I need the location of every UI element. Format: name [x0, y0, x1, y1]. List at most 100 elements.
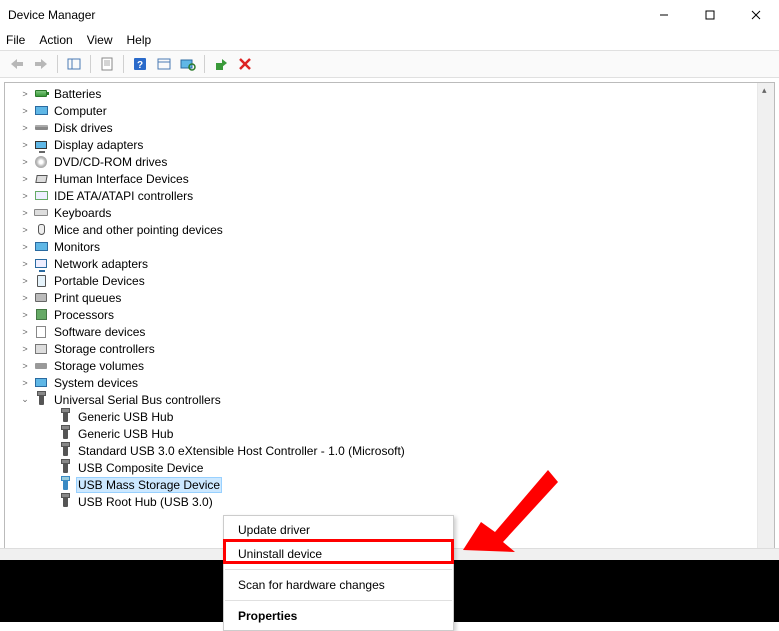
tree-category[interactable]: > System devices	[19, 374, 774, 391]
expand-icon[interactable]: >	[19, 191, 31, 201]
expand-icon[interactable]: >	[19, 123, 31, 133]
monitor-icon	[33, 239, 49, 255]
tree-label: Human Interface Devices	[52, 172, 191, 186]
menu-item-properties[interactable]: Properties	[224, 604, 453, 628]
tree-device-item[interactable]: USB Mass Storage Device	[55, 476, 774, 493]
scan-hardware-button[interactable]	[177, 53, 199, 75]
tree-category[interactable]: >Storage volumes	[19, 357, 774, 374]
tree-label: USB Mass Storage Device	[76, 477, 222, 493]
tree-category[interactable]: > Display adapters	[19, 136, 774, 153]
tree-label: Storage controllers	[52, 342, 157, 356]
tree-category[interactable]: > Keyboards	[19, 204, 774, 221]
tree-category[interactable]: > Monitors	[19, 238, 774, 255]
vertical-scrollbar[interactable]	[757, 83, 774, 561]
update-driver-button[interactable]	[210, 53, 232, 75]
expand-icon[interactable]: >	[19, 106, 31, 116]
expand-icon[interactable]: >	[19, 378, 31, 388]
menu-action[interactable]: Action	[39, 33, 72, 47]
battery-icon	[33, 86, 49, 102]
tree-label: Mice and other pointing devices	[52, 223, 225, 237]
close-button[interactable]	[733, 0, 779, 30]
usb-device-icon	[57, 494, 73, 510]
expand-icon[interactable]: >	[19, 327, 31, 337]
menu-file[interactable]: File	[6, 33, 25, 47]
usb-device-icon	[57, 460, 73, 476]
network-icon	[33, 256, 49, 272]
expand-icon[interactable]: >	[19, 259, 31, 269]
minimize-button[interactable]	[641, 0, 687, 30]
tree-category[interactable]: >Software devices	[19, 323, 774, 340]
storage-icon	[33, 341, 49, 357]
tree-label: Batteries	[52, 87, 103, 101]
device-tree-panel: >Batteries>Computer>Disk drives>Display …	[4, 82, 775, 562]
usb-device-icon	[57, 426, 73, 442]
menu-item-scan-hardware[interactable]: Scan for hardware changes	[224, 573, 453, 597]
usb-device-icon	[57, 443, 73, 459]
tree-category[interactable]: > Computer	[19, 102, 774, 119]
tree-category[interactable]: > Storage controllers	[19, 340, 774, 357]
expand-icon[interactable]: >	[19, 208, 31, 218]
toolbar-separator	[123, 55, 124, 73]
tree-category[interactable]: >Disk drives	[19, 119, 774, 136]
back-button[interactable]	[6, 53, 28, 75]
svg-text:?: ?	[137, 60, 143, 71]
tree-label: Display adapters	[52, 138, 145, 152]
window-title: Device Manager	[8, 8, 641, 22]
printer-icon	[33, 290, 49, 306]
maximize-button[interactable]	[687, 0, 733, 30]
usb-device-icon	[57, 477, 73, 493]
menu-separator	[225, 600, 452, 601]
collapse-icon[interactable]: ⌄	[19, 394, 31, 405]
tree-category[interactable]: >Network adapters	[19, 255, 774, 272]
tree-label: DVD/CD-ROM drives	[52, 155, 169, 169]
tree-label: USB Composite Device	[76, 461, 205, 475]
expand-icon[interactable]: >	[19, 344, 31, 354]
expand-icon[interactable]: >	[19, 225, 31, 235]
tree-label: Computer	[52, 104, 109, 118]
tree-label: Generic USB Hub	[76, 410, 175, 424]
expand-icon[interactable]: >	[19, 157, 31, 167]
tree-category[interactable]: > Mice and other pointing devices	[19, 221, 774, 238]
expand-icon[interactable]: >	[19, 174, 31, 184]
expand-icon[interactable]: >	[19, 140, 31, 150]
usb-icon	[33, 392, 49, 408]
tree-device-item[interactable]: Generic USB Hub	[55, 425, 774, 442]
tree-device-item[interactable]: USB Root Hub (USB 3.0)	[55, 493, 774, 510]
action-button[interactable]	[153, 53, 175, 75]
expand-icon[interactable]: >	[19, 293, 31, 303]
show-hide-tree-button[interactable]	[63, 53, 85, 75]
forward-button[interactable]	[30, 53, 52, 75]
title-bar: Device Manager	[0, 0, 779, 30]
tree-device-item[interactable]: Generic USB Hub	[55, 408, 774, 425]
expand-icon[interactable]: >	[19, 310, 31, 320]
uninstall-button[interactable]	[234, 53, 256, 75]
toolbar-separator	[204, 55, 205, 73]
expand-icon[interactable]: >	[19, 242, 31, 252]
tree-label: System devices	[52, 376, 140, 390]
expand-icon[interactable]: >	[19, 89, 31, 99]
tree-label: Keyboards	[52, 206, 113, 220]
tree-device-item[interactable]: USB Composite Device	[55, 459, 774, 476]
expand-icon[interactable]: >	[19, 361, 31, 371]
tree-category[interactable]: > Processors	[19, 306, 774, 323]
menu-item-update-driver[interactable]: Update driver	[224, 518, 453, 542]
expand-icon[interactable]: >	[19, 276, 31, 286]
tree-label: Monitors	[52, 240, 102, 254]
menu-view[interactable]: View	[87, 33, 113, 47]
tree-category[interactable]: > Portable Devices	[19, 272, 774, 289]
tree-device-item[interactable]: Standard USB 3.0 eXtensible Host Control…	[55, 442, 774, 459]
tree-label: Processors	[52, 308, 116, 322]
tree-category[interactable]: > Batteries	[19, 85, 774, 102]
tree-category-usb[interactable]: ⌄Universal Serial Bus controllers	[19, 391, 774, 408]
tree-label: Portable Devices	[52, 274, 147, 288]
toolbar-separator	[90, 55, 91, 73]
toolbar: ?	[0, 50, 779, 78]
menu-item-uninstall-device[interactable]: Uninstall device	[224, 542, 453, 566]
properties-button[interactable]	[96, 53, 118, 75]
tree-category[interactable]: > DVD/CD-ROM drives	[19, 153, 774, 170]
tree-category[interactable]: >Print queues	[19, 289, 774, 306]
tree-category[interactable]: >IDE ATA/ATAPI controllers	[19, 187, 774, 204]
menu-help[interactable]: Help	[127, 33, 152, 47]
tree-category[interactable]: > Human Interface Devices	[19, 170, 774, 187]
help-button[interactable]: ?	[129, 53, 151, 75]
